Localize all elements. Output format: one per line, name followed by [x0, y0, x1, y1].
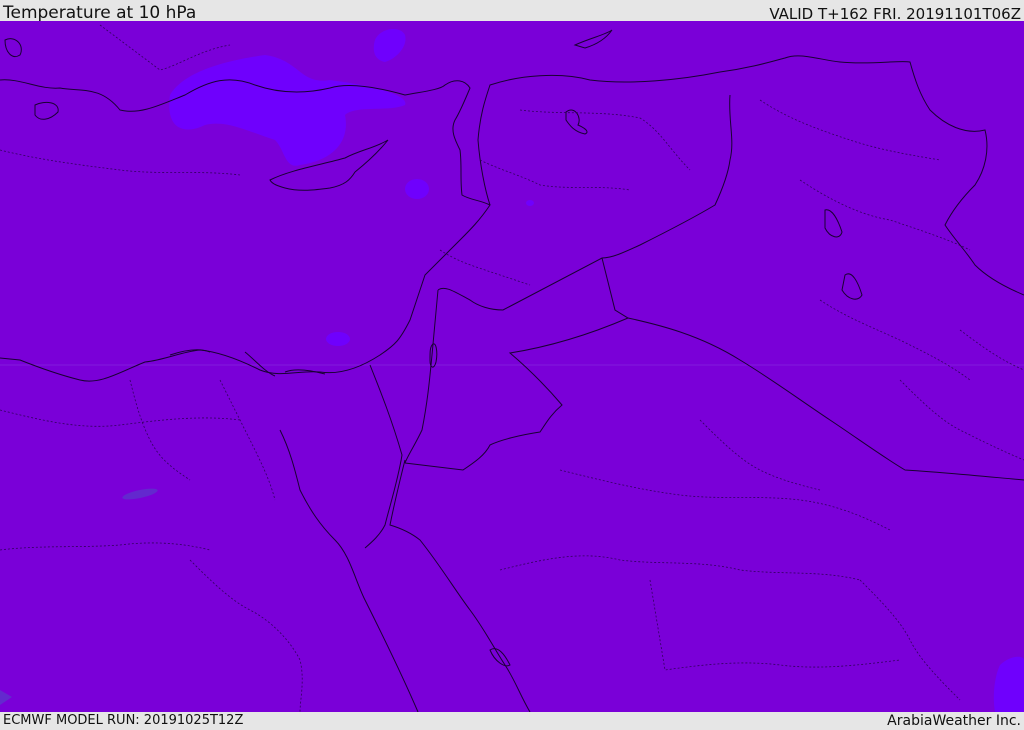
credit-label: ArabiaWeather Inc. — [887, 713, 1021, 729]
map-title: Temperature at 10 hPa — [3, 3, 197, 23]
warm-patch-small-3 — [526, 200, 534, 206]
header-bar: Temperature at 10 hPa VALID T+162 FRI. 2… — [0, 0, 1024, 23]
map-canvas — [0, 21, 1024, 712]
warm-patch-small-2 — [326, 332, 350, 346]
footer-bar: ECMWF MODEL RUN: 20191025T12Z ArabiaWeat… — [0, 712, 1024, 729]
warm-patch-small-1 — [405, 179, 429, 199]
temperature-field — [0, 21, 1024, 712]
weather-map — [0, 21, 1024, 712]
model-run-label: ECMWF MODEL RUN: 20191025T12Z — [3, 713, 244, 728]
